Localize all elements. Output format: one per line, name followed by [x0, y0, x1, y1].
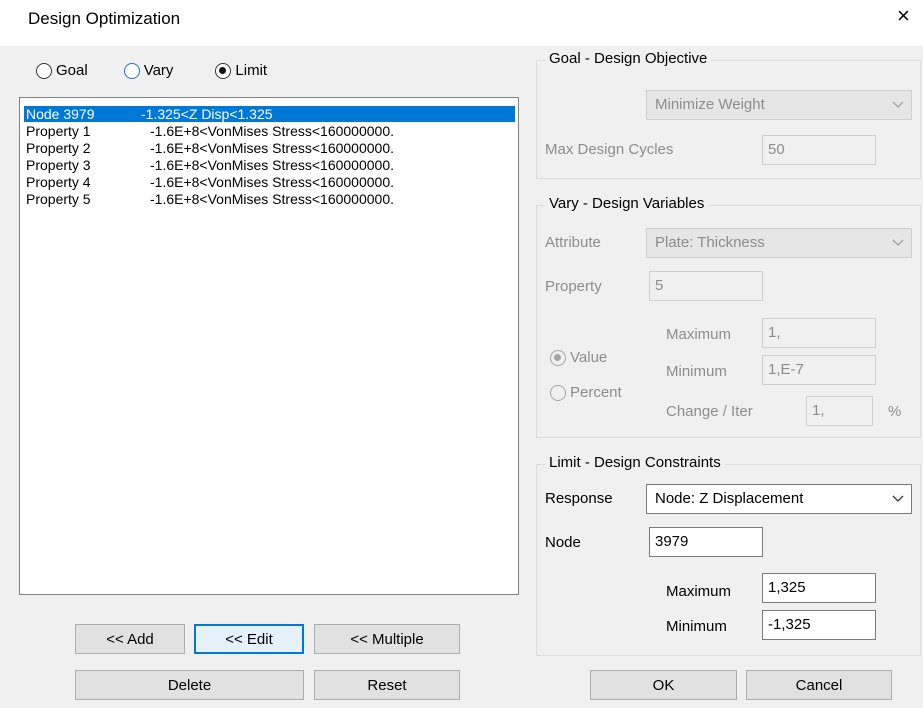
percent-sign: %: [888, 403, 902, 420]
list-item-constraint: -1.6E+8<VonMises Stress<160000000.: [150, 174, 395, 190]
chevron-down-icon: [892, 239, 904, 246]
vary-radio[interactable]: Vary: [123, 62, 174, 79]
list-item-name: Property 4: [26, 174, 91, 190]
attribute-select-value: Plate: Thickness: [655, 234, 765, 251]
list-item[interactable]: Node 3979 -1.325<Z Disp<1.325: [24, 106, 515, 122]
limit-radio-label: Limit: [235, 62, 268, 79]
vary-minimum-input[interactable]: 1,E-7: [762, 355, 876, 385]
list-item-name: Property 1: [26, 123, 91, 139]
list-item-constraint: -1.6E+8<VonMises Stress<160000000.: [150, 123, 395, 139]
chevron-down-icon: [892, 495, 904, 502]
goal-group-title: Goal - Design Objective: [545, 50, 712, 67]
limit-radio[interactable]: Limit: [215, 62, 267, 79]
max-cycles-label: Max Design Cycles: [545, 141, 674, 158]
close-icon[interactable]: ×: [897, 5, 910, 27]
goal-radio-label: Goal: [56, 62, 88, 79]
change-iter-input[interactable]: 1,: [806, 396, 873, 426]
add-button[interactable]: << Add: [75, 624, 185, 654]
response-label: Response: [545, 490, 613, 507]
radio-checked-icon: [215, 62, 232, 79]
constraints-listbox[interactable]: Node 3979 -1.325<Z Disp<1.325 Property 1…: [19, 97, 519, 595]
goal-radio[interactable]: Goal: [36, 62, 88, 79]
node-input[interactable]: 3979: [649, 527, 763, 557]
attribute-select[interactable]: Plate: Thickness: [646, 228, 912, 258]
response-select-value: Node: Z Displacement: [655, 490, 804, 507]
radio-unchecked-icon: [36, 62, 52, 79]
vary-maximum-input[interactable]: 1,: [762, 318, 876, 348]
list-item-name: Property 3: [26, 157, 91, 173]
property-label: Property: [545, 278, 602, 295]
value-radio[interactable]: Value: [550, 349, 607, 366]
list-item-constraint: -1.325<Z Disp<1.325: [141, 106, 273, 122]
vary-minimum-label: Minimum: [666, 363, 727, 380]
radio-unchecked-icon: [123, 62, 140, 79]
list-item-name: Property 5: [26, 191, 91, 207]
edit-button[interactable]: << Edit: [194, 624, 304, 654]
limit-maximum-input[interactable]: 1,325: [762, 573, 876, 603]
change-iter-label: Change / Iter: [666, 403, 753, 420]
vary-group-title: Vary - Design Variables: [545, 195, 709, 212]
percent-radio-label: Percent: [570, 384, 622, 401]
list-item-constraint: -1.6E+8<VonMises Stress<160000000.: [150, 140, 395, 156]
cancel-button[interactable]: Cancel: [746, 670, 892, 700]
limit-minimum-label: Minimum: [666, 618, 727, 635]
ok-button[interactable]: OK: [590, 670, 737, 700]
radio-checked-icon: [550, 349, 566, 366]
chevron-down-icon: [892, 101, 904, 108]
reset-button[interactable]: Reset: [314, 670, 460, 700]
node-label: Node: [545, 534, 581, 551]
limit-minimum-input[interactable]: -1,325: [762, 610, 876, 640]
radio-unchecked-icon: [550, 384, 566, 401]
list-item-name: Node 3979: [26, 106, 95, 122]
response-select[interactable]: Node: Z Displacement: [646, 484, 912, 514]
limit-maximum-label: Maximum: [666, 583, 732, 600]
multiple-button[interactable]: << Multiple: [314, 624, 460, 654]
objective-select-value: Minimize Weight: [655, 96, 765, 113]
vary-radio-label: Vary: [143, 62, 174, 79]
list-item-constraint: -1.6E+8<VonMises Stress<160000000.: [150, 191, 395, 207]
attribute-label: Attribute: [545, 234, 601, 251]
property-input[interactable]: 5: [649, 271, 763, 301]
value-radio-label: Value: [570, 349, 608, 366]
window-title: Design Optimization: [28, 9, 181, 28]
vary-maximum-label: Maximum: [666, 326, 732, 343]
delete-button[interactable]: Delete: [75, 670, 304, 700]
mode-radio-group: Goal Vary Limit: [36, 62, 267, 79]
list-item-constraint: -1.6E+8<VonMises Stress<160000000.: [150, 157, 395, 173]
objective-select[interactable]: Minimize Weight: [646, 90, 912, 120]
percent-radio[interactable]: Percent: [550, 384, 622, 401]
limit-group-title: Limit - Design Constraints: [545, 454, 725, 471]
max-cycles-input[interactable]: 50: [762, 135, 876, 165]
list-item-name: Property 2: [26, 140, 91, 156]
